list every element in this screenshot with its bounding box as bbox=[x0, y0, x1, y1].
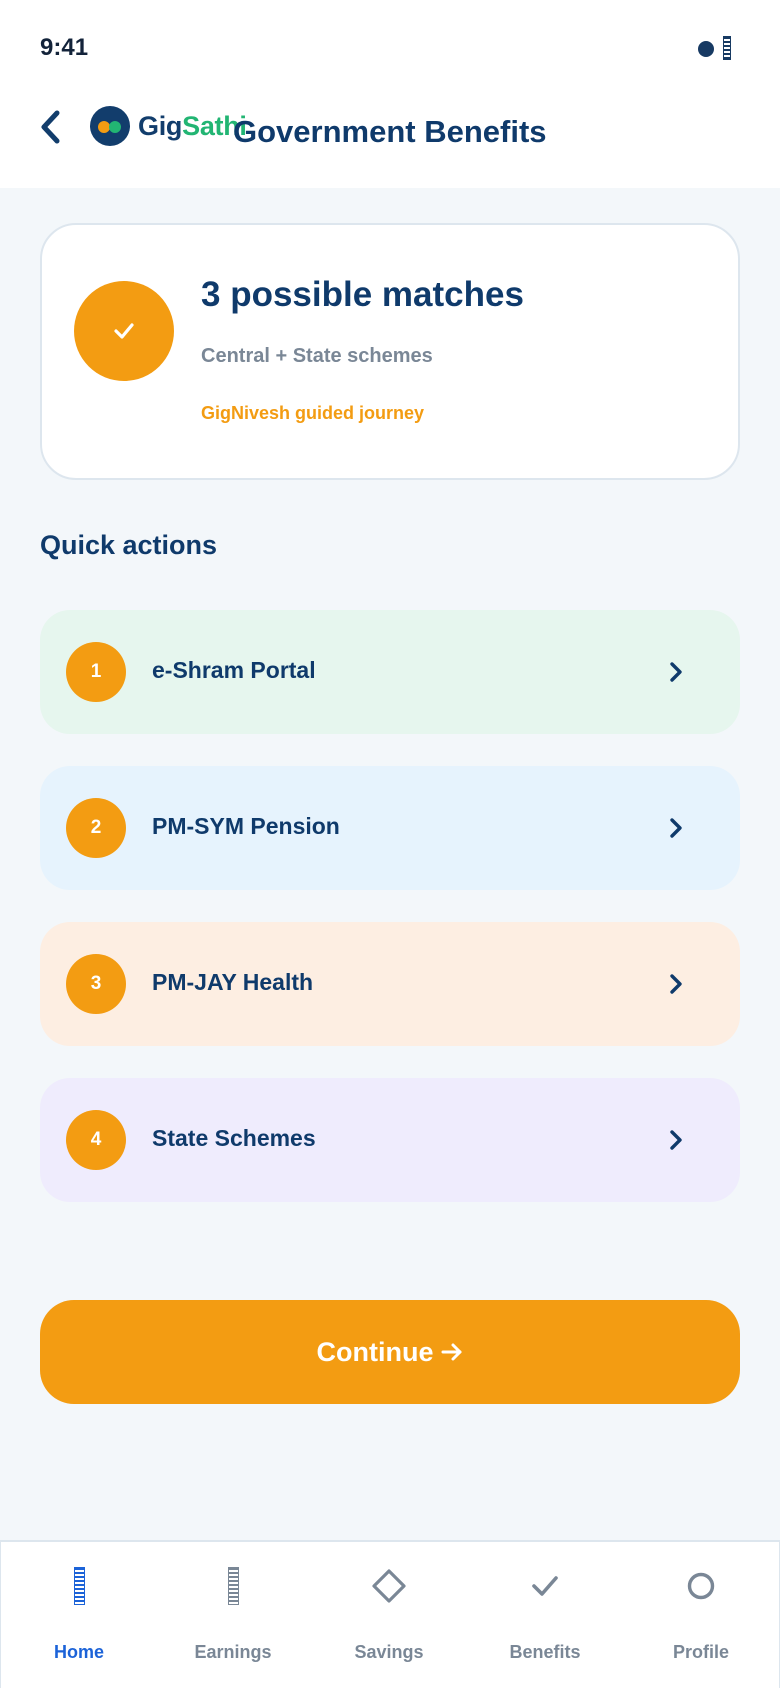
chevron-right-icon bbox=[664, 658, 688, 686]
back-button[interactable] bbox=[30, 104, 70, 150]
action-label: PM-SYM Pension bbox=[152, 813, 340, 839]
schemes-subtitle: Central + State schemes bbox=[201, 345, 433, 367]
diamond-icon bbox=[369, 1566, 409, 1606]
action-number-badge: 1 bbox=[66, 642, 126, 702]
gigsathi-logo: Gig Sathi bbox=[90, 106, 247, 146]
nav-label: Home bbox=[53, 1642, 104, 1662]
chevron-right-icon bbox=[664, 1126, 688, 1154]
action-number-badge: 4 bbox=[66, 1110, 126, 1170]
action-number-badge: 3 bbox=[66, 954, 126, 1014]
action-label: State Schemes bbox=[152, 1125, 316, 1151]
quick-action-pm-sym[interactable]: 2 PM-SYM Pension bbox=[40, 766, 740, 890]
app-header: Gig Sathi Government Benefits bbox=[0, 96, 780, 188]
continue-label: Continue bbox=[316, 1336, 434, 1367]
page-title: Government Benefits bbox=[233, 114, 547, 149]
continue-button[interactable]: Continue bbox=[40, 1300, 740, 1404]
camera-dot-icon bbox=[698, 41, 714, 57]
arrow-right-icon bbox=[441, 1342, 463, 1362]
nav-label: Savings bbox=[354, 1642, 424, 1662]
nav-item-profile[interactable]: Profile bbox=[623, 1542, 779, 1688]
logo-text-gig: Gig bbox=[138, 110, 183, 141]
nav-item-benefits[interactable]: Benefits bbox=[467, 1542, 623, 1688]
chevron-right-icon bbox=[664, 814, 688, 842]
check-icon bbox=[525, 1566, 565, 1606]
bottom-nav: Home Earnings Savings Benefits Profile bbox=[0, 1540, 780, 1688]
chevron-right-icon bbox=[664, 970, 688, 998]
battery-icon bbox=[723, 36, 731, 60]
matches-summary-card: 3 possible matches Central + State schem… bbox=[40, 223, 740, 480]
nav-label: Earnings bbox=[194, 1642, 272, 1662]
nav-label: Benefits bbox=[509, 1642, 581, 1662]
nav-item-earnings[interactable]: Earnings bbox=[155, 1542, 311, 1688]
bars-icon bbox=[59, 1566, 99, 1606]
action-label: e-Shram Portal bbox=[152, 657, 316, 683]
status-time: 9:41 bbox=[40, 34, 89, 61]
nav-item-savings[interactable]: Savings bbox=[311, 1542, 467, 1688]
status-bar: 9:41 bbox=[0, 0, 780, 96]
quick-actions-title: Quick actions bbox=[40, 530, 218, 560]
guided-journey-label: GigNivesh guided journey bbox=[201, 403, 425, 423]
circle-icon bbox=[681, 1566, 721, 1606]
action-label: PM-JAY Health bbox=[152, 969, 314, 995]
quick-action-pm-jay[interactable]: 3 PM-JAY Health bbox=[40, 922, 740, 1046]
quick-action-state-schemes[interactable]: 4 State Schemes bbox=[40, 1078, 740, 1202]
logo-mark-icon bbox=[90, 106, 130, 146]
action-number-badge: 2 bbox=[66, 798, 126, 858]
bars-icon bbox=[213, 1566, 253, 1606]
nav-item-home[interactable]: Home bbox=[1, 1542, 157, 1688]
quick-action-eshram[interactable]: 1 e-Shram Portal bbox=[40, 610, 740, 734]
nav-label: Profile bbox=[672, 1642, 729, 1662]
matches-count-title: 3 possible matches bbox=[201, 275, 524, 314]
check-badge-icon bbox=[74, 281, 174, 381]
chevron-left-icon bbox=[41, 110, 60, 144]
